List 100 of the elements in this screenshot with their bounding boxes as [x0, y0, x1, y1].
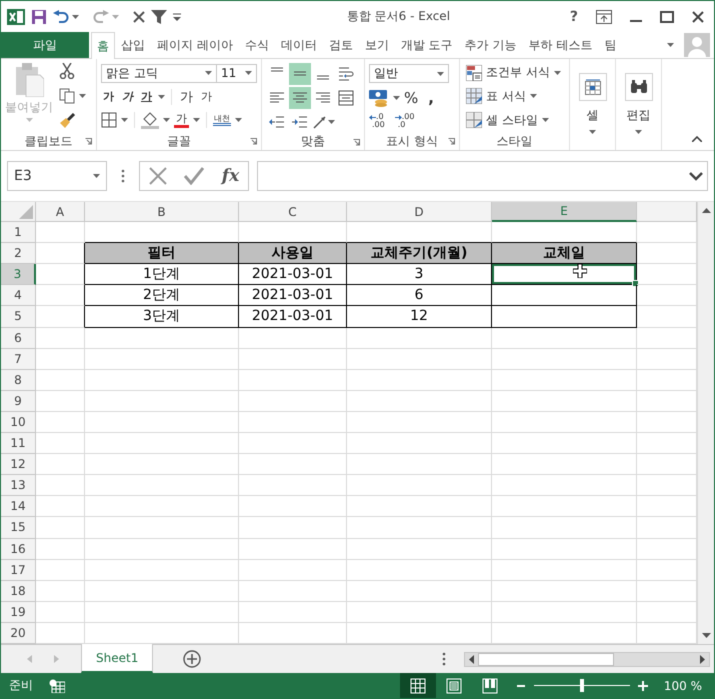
- sheet-tab[interactable]: Sheet1: [81, 644, 154, 673]
- file-tab[interactable]: 파일: [1, 32, 89, 58]
- caret-icon[interactable]: [158, 94, 165, 99]
- caret-icon[interactable]: [79, 94, 86, 98]
- select-all-icon[interactable]: [19, 205, 33, 219]
- copy-icon[interactable]: [59, 88, 75, 104]
- row-header[interactable]: 2: [1, 243, 36, 264]
- row-header[interactable]: 14: [1, 496, 36, 518]
- grow-font-button[interactable]: 가: [178, 88, 195, 106]
- filter-icon[interactable]: [151, 8, 167, 24]
- row-header[interactable]: 12: [1, 454, 36, 476]
- cells-button[interactable]: 셀: [574, 73, 611, 140]
- ribbon-tab[interactable]: 부하 테스트: [522, 32, 598, 58]
- column-header[interactable]: E: [492, 202, 637, 222]
- ribbon-tab[interactable]: 수식: [238, 32, 275, 58]
- editing-button[interactable]: 편집: [620, 73, 657, 140]
- conditional-format-button[interactable]: 조건부 서식: [464, 62, 565, 84]
- help-button[interactable]: ?: [570, 8, 578, 24]
- ribbon-display-icon[interactable]: [596, 10, 612, 24]
- dialog-launcher-icon[interactable]: [250, 138, 257, 145]
- bold-button[interactable]: 가: [101, 89, 116, 104]
- row-header[interactable]: 11: [1, 433, 36, 454]
- close-icon[interactable]: [692, 10, 704, 22]
- font-color-button[interactable]: 가: [174, 112, 189, 128]
- insert-function-button[interactable]: fx: [222, 166, 240, 186]
- scroll-thumb[interactable]: [478, 652, 614, 666]
- currency-icon[interactable]: [369, 89, 389, 107]
- maximize-icon[interactable]: [660, 10, 674, 22]
- enter-check-icon[interactable]: [184, 167, 204, 185]
- expand-icon[interactable]: [689, 172, 703, 180]
- caret-icon[interactable]: [542, 118, 549, 122]
- row-header[interactable]: 18: [1, 580, 36, 602]
- row-header[interactable]: 1: [1, 222, 36, 244]
- undo-icon[interactable]: [53, 10, 69, 24]
- caret-icon[interactable]: [667, 43, 674, 47]
- row-header[interactable]: 6: [1, 328, 36, 349]
- caret-icon[interactable]: [437, 72, 444, 76]
- ribbon-tab[interactable]: 추가 기능: [458, 32, 522, 58]
- borders-icon[interactable]: [101, 112, 117, 128]
- caret-icon[interactable]: [235, 118, 242, 122]
- next-sheet-icon[interactable]: [54, 655, 59, 663]
- dialog-launcher-icon[interactable]: [85, 138, 92, 145]
- comma-button[interactable]: ,: [422, 89, 440, 107]
- increase-decimal-button[interactable]: .0 .00: [369, 113, 385, 129]
- slider-thumb[interactable]: [580, 679, 584, 692]
- phonetic-button[interactable]: 내천: [213, 114, 231, 126]
- underline-button[interactable]: 가: [139, 89, 154, 104]
- horizontal-scrollbar[interactable]: [464, 652, 710, 666]
- zoom-in-icon[interactable]: [638, 680, 648, 690]
- italic-button[interactable]: 가: [120, 89, 135, 104]
- caret-icon[interactable]: [121, 118, 128, 122]
- dialog-launcher-icon[interactable]: [448, 138, 455, 145]
- dialog-launcher-icon[interactable]: [353, 139, 360, 146]
- row-header[interactable]: 4: [1, 285, 36, 306]
- add-sheet-icon[interactable]: [183, 650, 202, 668]
- caret-icon[interactable]: [554, 70, 561, 75]
- row-header[interactable]: 3: [1, 264, 36, 286]
- more-options-icon[interactable]: [442, 652, 446, 666]
- column-header[interactable]: B: [85, 202, 239, 222]
- formula-input[interactable]: [257, 161, 708, 191]
- font-size-field[interactable]: 11: [216, 64, 257, 83]
- prev-sheet-icon[interactable]: [27, 655, 32, 663]
- scroll-down-icon[interactable]: [702, 633, 710, 638]
- ribbon-tab[interactable]: 팀: [598, 32, 622, 58]
- ribbon-tab[interactable]: 홈: [91, 32, 115, 59]
- caret-icon[interactable]: [393, 96, 400, 100]
- cancel-icon[interactable]: [148, 167, 167, 185]
- decrease-decimal-button[interactable]: .00 .0: [394, 113, 414, 129]
- orientation-icon[interactable]: [312, 114, 328, 130]
- row-header[interactable]: 8: [1, 370, 36, 391]
- name-box[interactable]: E3: [7, 161, 107, 191]
- cell-styles-button[interactable]: 셀 스타일: [464, 110, 565, 131]
- row-header[interactable]: 17: [1, 560, 36, 581]
- caret-icon[interactable]: [245, 71, 252, 76]
- fill-color-icon[interactable]: [141, 111, 159, 130]
- caret-icon[interactable]: [93, 174, 100, 178]
- ribbon-tab[interactable]: 삽입: [115, 32, 151, 58]
- ribbon-tab[interactable]: 보기: [358, 32, 395, 58]
- shrink-font-button[interactable]: 가: [199, 89, 214, 104]
- row-header[interactable]: 20: [1, 622, 36, 644]
- customize-icon[interactable]: [173, 12, 181, 20]
- row-header[interactable]: 15: [1, 517, 36, 538]
- row-header[interactable]: 13: [1, 475, 36, 496]
- scroll-left-icon[interactable]: [469, 654, 474, 664]
- caret-icon[interactable]: [589, 130, 596, 134]
- format-painter-icon[interactable]: [59, 113, 75, 129]
- ribbon-tab[interactable]: 검토: [322, 32, 359, 58]
- column-header[interactable]: D: [347, 202, 492, 222]
- row-header[interactable]: 7: [1, 348, 36, 370]
- ribbon-tab[interactable]: 페이지 레이아: [151, 32, 239, 58]
- column-header[interactable]: A: [36, 202, 85, 222]
- caret-icon[interactable]: [635, 130, 642, 134]
- ribbon-tab[interactable]: 개발 도구: [394, 32, 459, 58]
- redo-icon[interactable]: [93, 10, 109, 24]
- row-header[interactable]: 19: [1, 602, 36, 623]
- normal-view-button[interactable]: [400, 673, 436, 698]
- collapse-ribbon-icon[interactable]: [692, 136, 702, 142]
- row-header[interactable]: 9: [1, 390, 36, 412]
- font-name-field[interactable]: 맑은 고딕: [101, 64, 217, 83]
- more-options-icon[interactable]: [121, 169, 125, 183]
